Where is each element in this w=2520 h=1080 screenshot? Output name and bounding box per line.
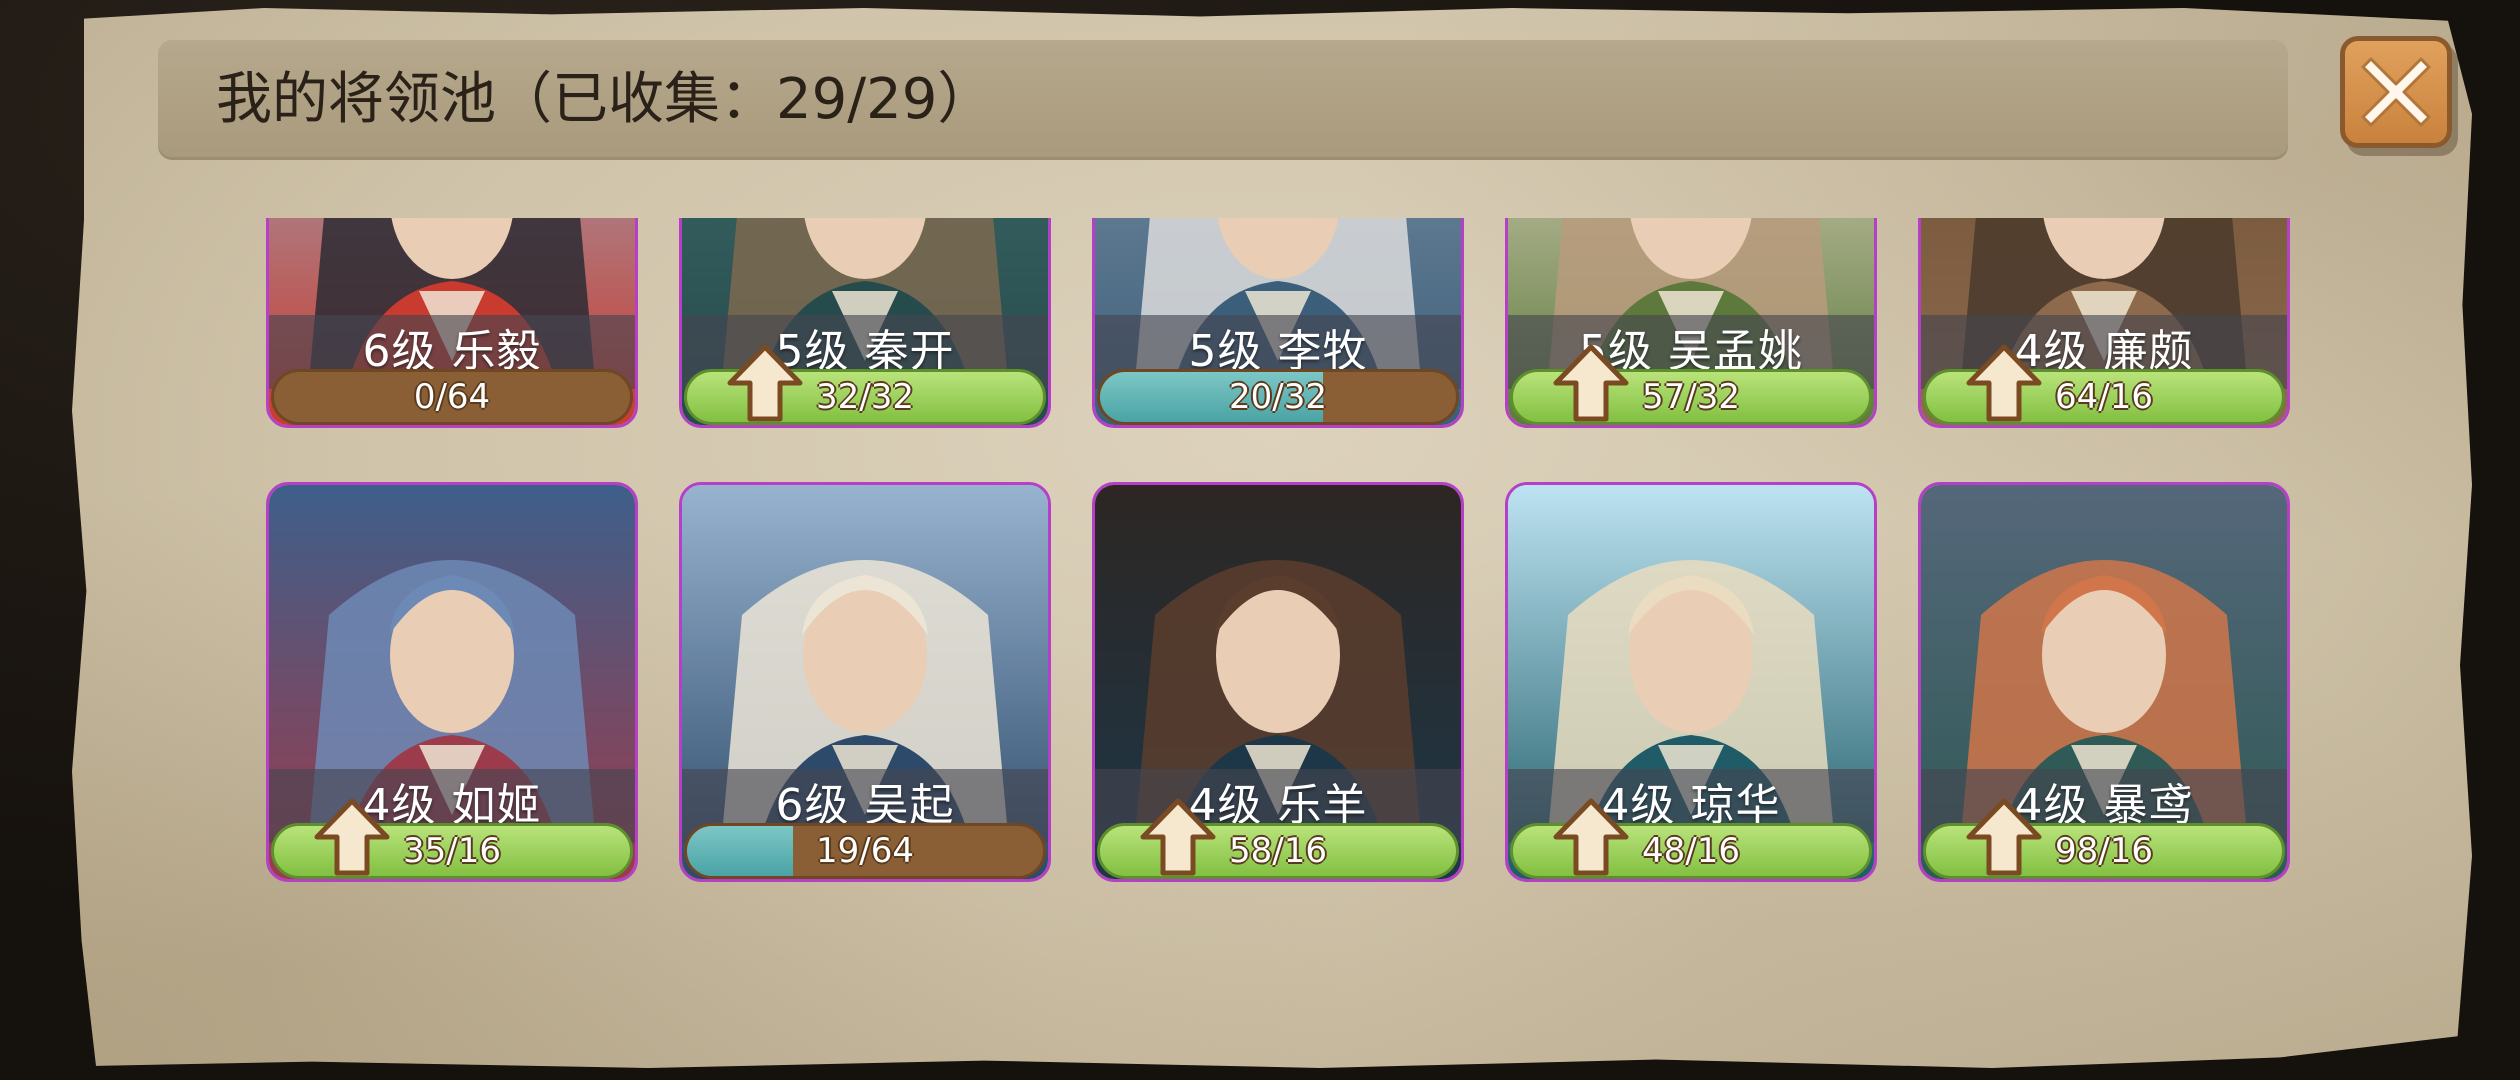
general-card[interactable]: 5级 李牧 20/32	[1092, 218, 1464, 428]
fragment-progress-bar: 19/64	[684, 823, 1046, 879]
upgrade-arrow-icon[interactable]	[1139, 797, 1217, 877]
general-card[interactable]: 5级 秦开 32/32	[679, 218, 1051, 428]
general-card[interactable]: 4级 如姬 35/16	[266, 482, 638, 882]
general-card[interactable]: 4级 琼华 48/16	[1505, 482, 1877, 882]
general-card[interactable]: 6级 吴起 19/64	[679, 482, 1051, 882]
generals-grid[interactable]: 6级 乐毅 0/64 5级 秦开 32/32 5级 李牧 20/32 5级 吴孟姚 57/32…	[260, 218, 2300, 978]
upgrade-arrow-icon[interactable]	[1552, 797, 1630, 877]
general-card[interactable]: 4级 暴鸢 98/16	[1918, 482, 2290, 882]
general-card[interactable]: 4级 乐羊 58/16	[1092, 482, 1464, 882]
dialog-header: 我的将领池（已收集：29/29）	[158, 40, 2288, 160]
fragment-progress-bar: 0/64	[271, 369, 633, 425]
upgrade-arrow-icon[interactable]	[1552, 343, 1630, 423]
upgrade-arrow-icon[interactable]	[1965, 797, 2043, 877]
close-x-icon	[2361, 57, 2431, 127]
upgrade-arrow-icon[interactable]	[1965, 343, 2043, 423]
close-button[interactable]	[2340, 36, 2452, 148]
dialog-title: 我的将领池（已收集：29/29）	[216, 67, 994, 132]
general-card[interactable]: 6级 乐毅 0/64	[266, 218, 638, 428]
upgrade-arrow-icon[interactable]	[726, 343, 804, 423]
general-card[interactable]: 5级 吴孟姚 57/32	[1505, 218, 1877, 428]
upgrade-arrow-icon[interactable]	[313, 797, 391, 877]
general-card[interactable]: 4级 廉颇 64/16	[1918, 218, 2290, 428]
fragment-progress-bar: 20/32	[1097, 369, 1459, 425]
fragment-count: 19/64	[816, 831, 914, 871]
fragment-count: 0/64	[413, 377, 491, 417]
fragment-count: 20/32	[1229, 377, 1327, 417]
game-screen: 我的将领池（已收集：29/29） 6级 乐毅 0/64 5级 秦开 32/32 5级 李…	[0, 0, 2520, 1080]
